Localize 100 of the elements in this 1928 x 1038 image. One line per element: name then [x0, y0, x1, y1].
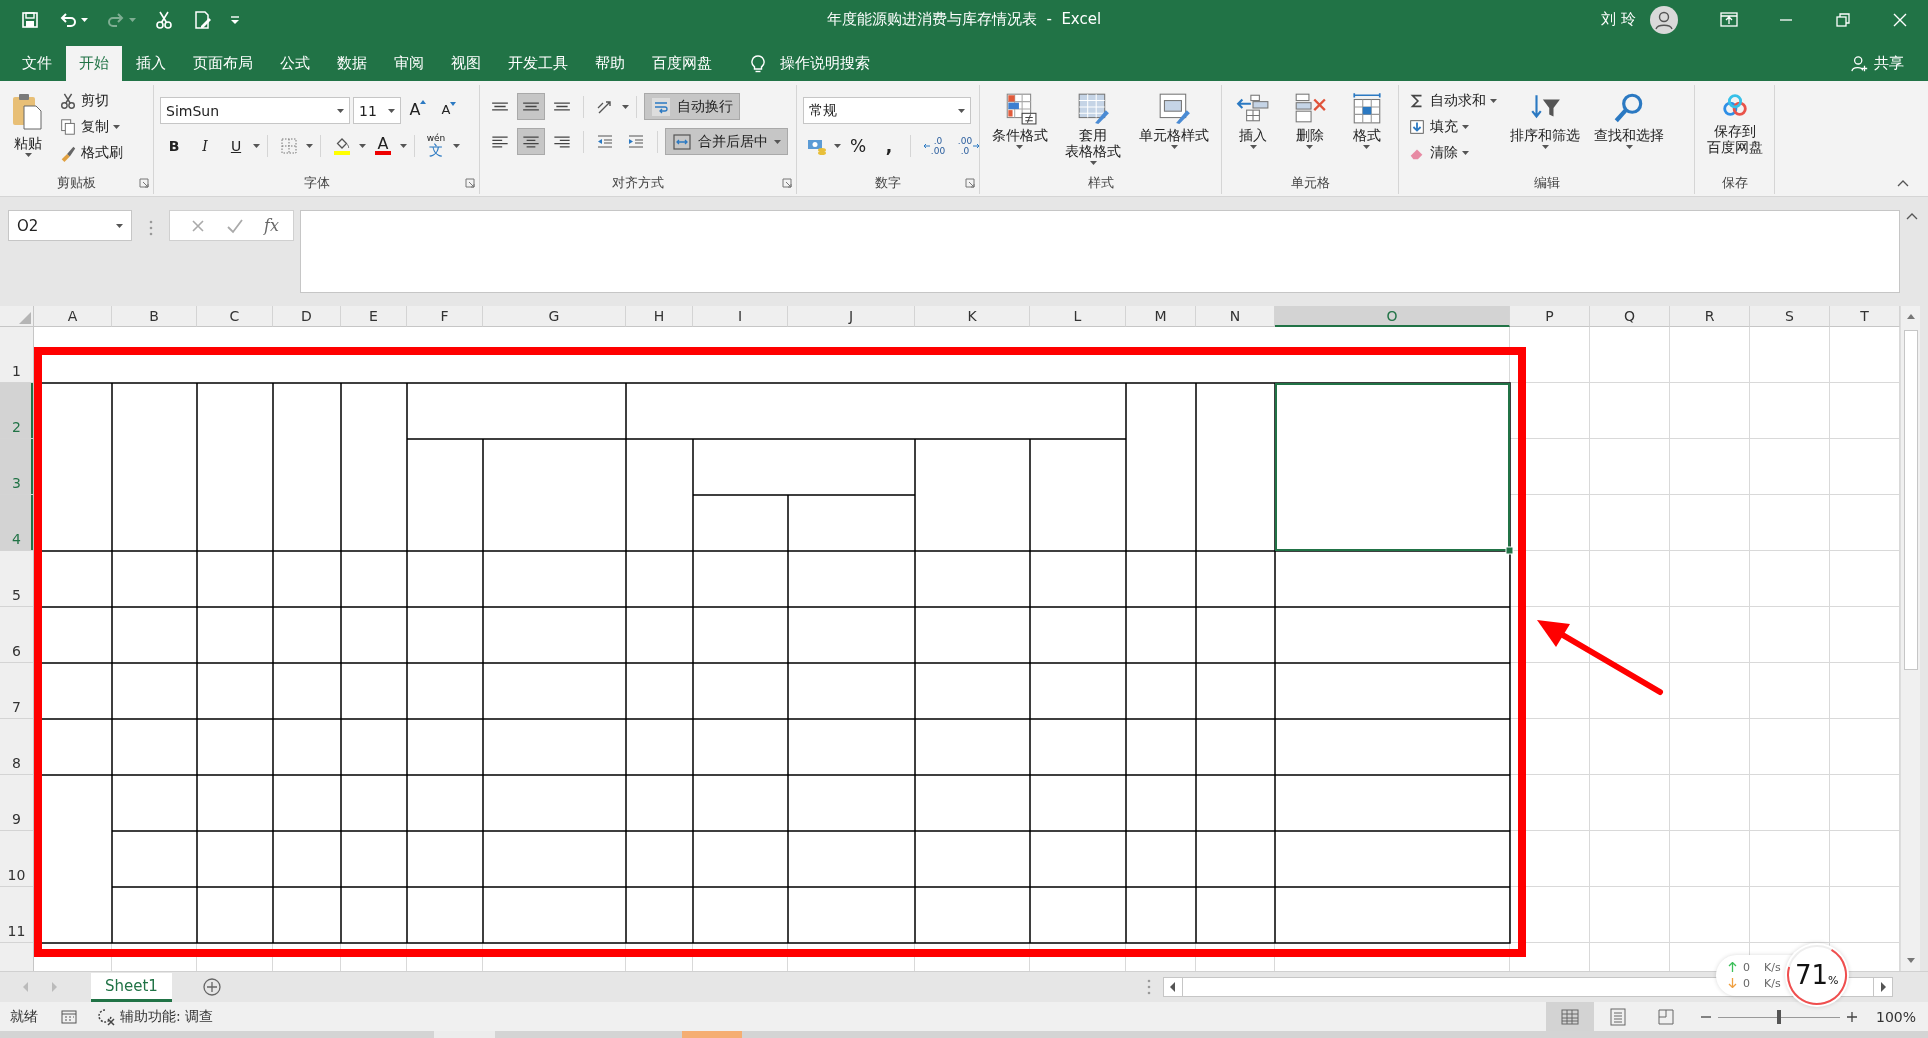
italic-button[interactable]: I: [191, 132, 219, 159]
row-header[interactable]: 8: [0, 719, 33, 775]
bold-button[interactable]: B: [160, 132, 188, 159]
name-box[interactable]: O2: [8, 210, 132, 241]
table-style-button[interactable]: 套用 表格格式: [1061, 89, 1126, 172]
fill-button[interactable]: 填充: [1405, 115, 1500, 139]
comma-button[interactable]: ,: [875, 132, 903, 159]
dialog-launcher-icon[interactable]: [782, 178, 792, 188]
column-header[interactable]: L: [1030, 306, 1126, 327]
sheet-tab[interactable]: Sheet1: [91, 972, 172, 1002]
grow-font-button[interactable]: A: [404, 97, 432, 124]
column-header[interactable]: J: [788, 306, 915, 327]
scrollbar-thumb[interactable]: [1903, 330, 1918, 670]
save-to-cloud-button[interactable]: 保存到 百度网盘: [1702, 89, 1767, 172]
menu-tab[interactable]: 插入: [123, 46, 179, 81]
save-button[interactable]: [20, 9, 40, 30]
insert-cells-button[interactable]: 插入: [1232, 89, 1275, 172]
shrink-font-button[interactable]: A: [435, 97, 463, 124]
font-size-combo[interactable]: 11: [353, 97, 401, 124]
column-header[interactable]: M: [1126, 306, 1196, 327]
menu-tab[interactable]: 文件: [9, 46, 65, 81]
format-painter-button[interactable]: 格式刷: [56, 141, 126, 165]
format-cells-button[interactable]: 格式: [1345, 89, 1388, 172]
column-header[interactable]: C: [197, 306, 273, 327]
cell-selection[interactable]: [1275, 383, 1514, 555]
cut-button[interactable]: 剪切: [56, 89, 126, 113]
column-header[interactable]: E: [341, 306, 407, 327]
share-button[interactable]: 共享: [1851, 46, 1904, 81]
copy-button[interactable]: 复制: [56, 115, 126, 139]
insert-function-button[interactable]: fx: [264, 216, 279, 235]
font-color-button[interactable]: A: [369, 132, 397, 159]
expand-formula-icon[interactable]: [1906, 212, 1918, 220]
dialog-launcher-icon[interactable]: [139, 178, 149, 188]
cell-style-button[interactable]: 单元格样式: [1135, 89, 1214, 172]
zoom-level[interactable]: 100%: [1858, 1008, 1916, 1025]
column-header[interactable]: Q: [1590, 306, 1670, 327]
menu-tab[interactable]: 视图: [438, 46, 494, 81]
add-sheet-button[interactable]: [201, 977, 222, 997]
column-header[interactable]: F: [407, 306, 483, 327]
formula-input[interactable]: [299, 210, 1900, 293]
find-button[interactable]: 查找和选择: [1590, 89, 1668, 172]
row-header[interactable]: 6: [0, 607, 33, 663]
dialog-launcher-icon[interactable]: [465, 178, 475, 188]
menu-tab[interactable]: 百度网盘: [639, 46, 725, 81]
slider-thumb[interactable]: [1777, 1009, 1781, 1024]
menu-tab[interactable]: 页面布局: [180, 46, 266, 81]
customize-button[interactable]: [230, 14, 240, 25]
dialog-launcher-icon[interactable]: [965, 178, 975, 188]
phonetic-button[interactable]: wén 文: [422, 132, 450, 159]
column-header[interactable]: D: [273, 306, 341, 327]
increase-decimal-button[interactable]: .0 .00: [918, 132, 950, 159]
delete-cells-button[interactable]: 删除: [1289, 89, 1331, 172]
wrap-text-button[interactable]: 自动换行: [644, 93, 740, 120]
zoom-in-button[interactable]: [1846, 1010, 1858, 1023]
collapse-ribbon-icon[interactable]: [1896, 178, 1910, 188]
menu-tab[interactable]: 开始: [66, 46, 122, 81]
menu-tab[interactable]: 帮助: [582, 46, 638, 81]
underline-button[interactable]: U: [222, 132, 250, 159]
menu-tab[interactable]: 公式: [267, 46, 323, 81]
column-header[interactable]: P: [1510, 306, 1590, 327]
center-align-button[interactable]: [517, 128, 545, 155]
row-header[interactable]: 11: [0, 887, 33, 943]
cut-button[interactable]: [154, 9, 174, 30]
menu-tab[interactable]: 数据: [324, 46, 380, 81]
column-header[interactable]: B: [112, 306, 197, 327]
column-header[interactable]: K: [915, 306, 1030, 327]
row-header[interactable]: 7: [0, 663, 33, 719]
column-header[interactable]: O: [1275, 306, 1510, 327]
column-header[interactable]: I: [693, 306, 788, 327]
decrease-decimal-button[interactable]: .00 .0: [953, 132, 985, 159]
preview-button[interactable]: [192, 9, 212, 30]
number-format-combo[interactable]: 常规: [803, 97, 971, 124]
column-header[interactable]: G: [483, 306, 626, 327]
menu-tab[interactable]: 审阅: [381, 46, 437, 81]
tell-me-search[interactable]: 操作说明搜索: [780, 54, 870, 73]
cancel-button[interactable]: [190, 217, 206, 234]
row-header[interactable]: 10: [0, 831, 33, 887]
clear-button[interactable]: 清除: [1405, 141, 1500, 165]
percent-button[interactable]: %: [844, 132, 872, 159]
conditional-style-button[interactable]: 条件格式: [987, 89, 1052, 172]
macro-button[interactable]: [60, 1007, 78, 1026]
enter-button[interactable]: [226, 217, 244, 234]
row-header[interactable]: 4: [0, 495, 33, 551]
row-header[interactable]: 2: [0, 383, 33, 439]
row-header[interactable]: 5: [0, 551, 33, 607]
normal-view-button[interactable]: [1546, 1002, 1594, 1031]
sum-button[interactable]: 自动求和: [1405, 89, 1500, 113]
sort-button[interactable]: 排序和筛选: [1506, 89, 1584, 172]
column-header[interactable]: R: [1670, 306, 1750, 327]
accessibility-button[interactable]: 辅助功能: 调查: [96, 1006, 214, 1027]
row-header[interactable]: 9: [0, 775, 33, 831]
column-header[interactable]: S: [1750, 306, 1830, 327]
paste-button[interactable]: 粘贴: [6, 89, 50, 172]
middle-align-button[interactable]: [517, 93, 545, 120]
row-header[interactable]: 3: [0, 439, 33, 495]
column-header[interactable]: A: [34, 306, 112, 327]
column-header[interactable]: H: [626, 306, 693, 327]
font-name-combo[interactable]: SimSun: [160, 97, 350, 124]
menu-tab[interactable]: 开发工具: [495, 46, 581, 81]
merge-center-button[interactable]: 合并后居中: [665, 128, 788, 155]
